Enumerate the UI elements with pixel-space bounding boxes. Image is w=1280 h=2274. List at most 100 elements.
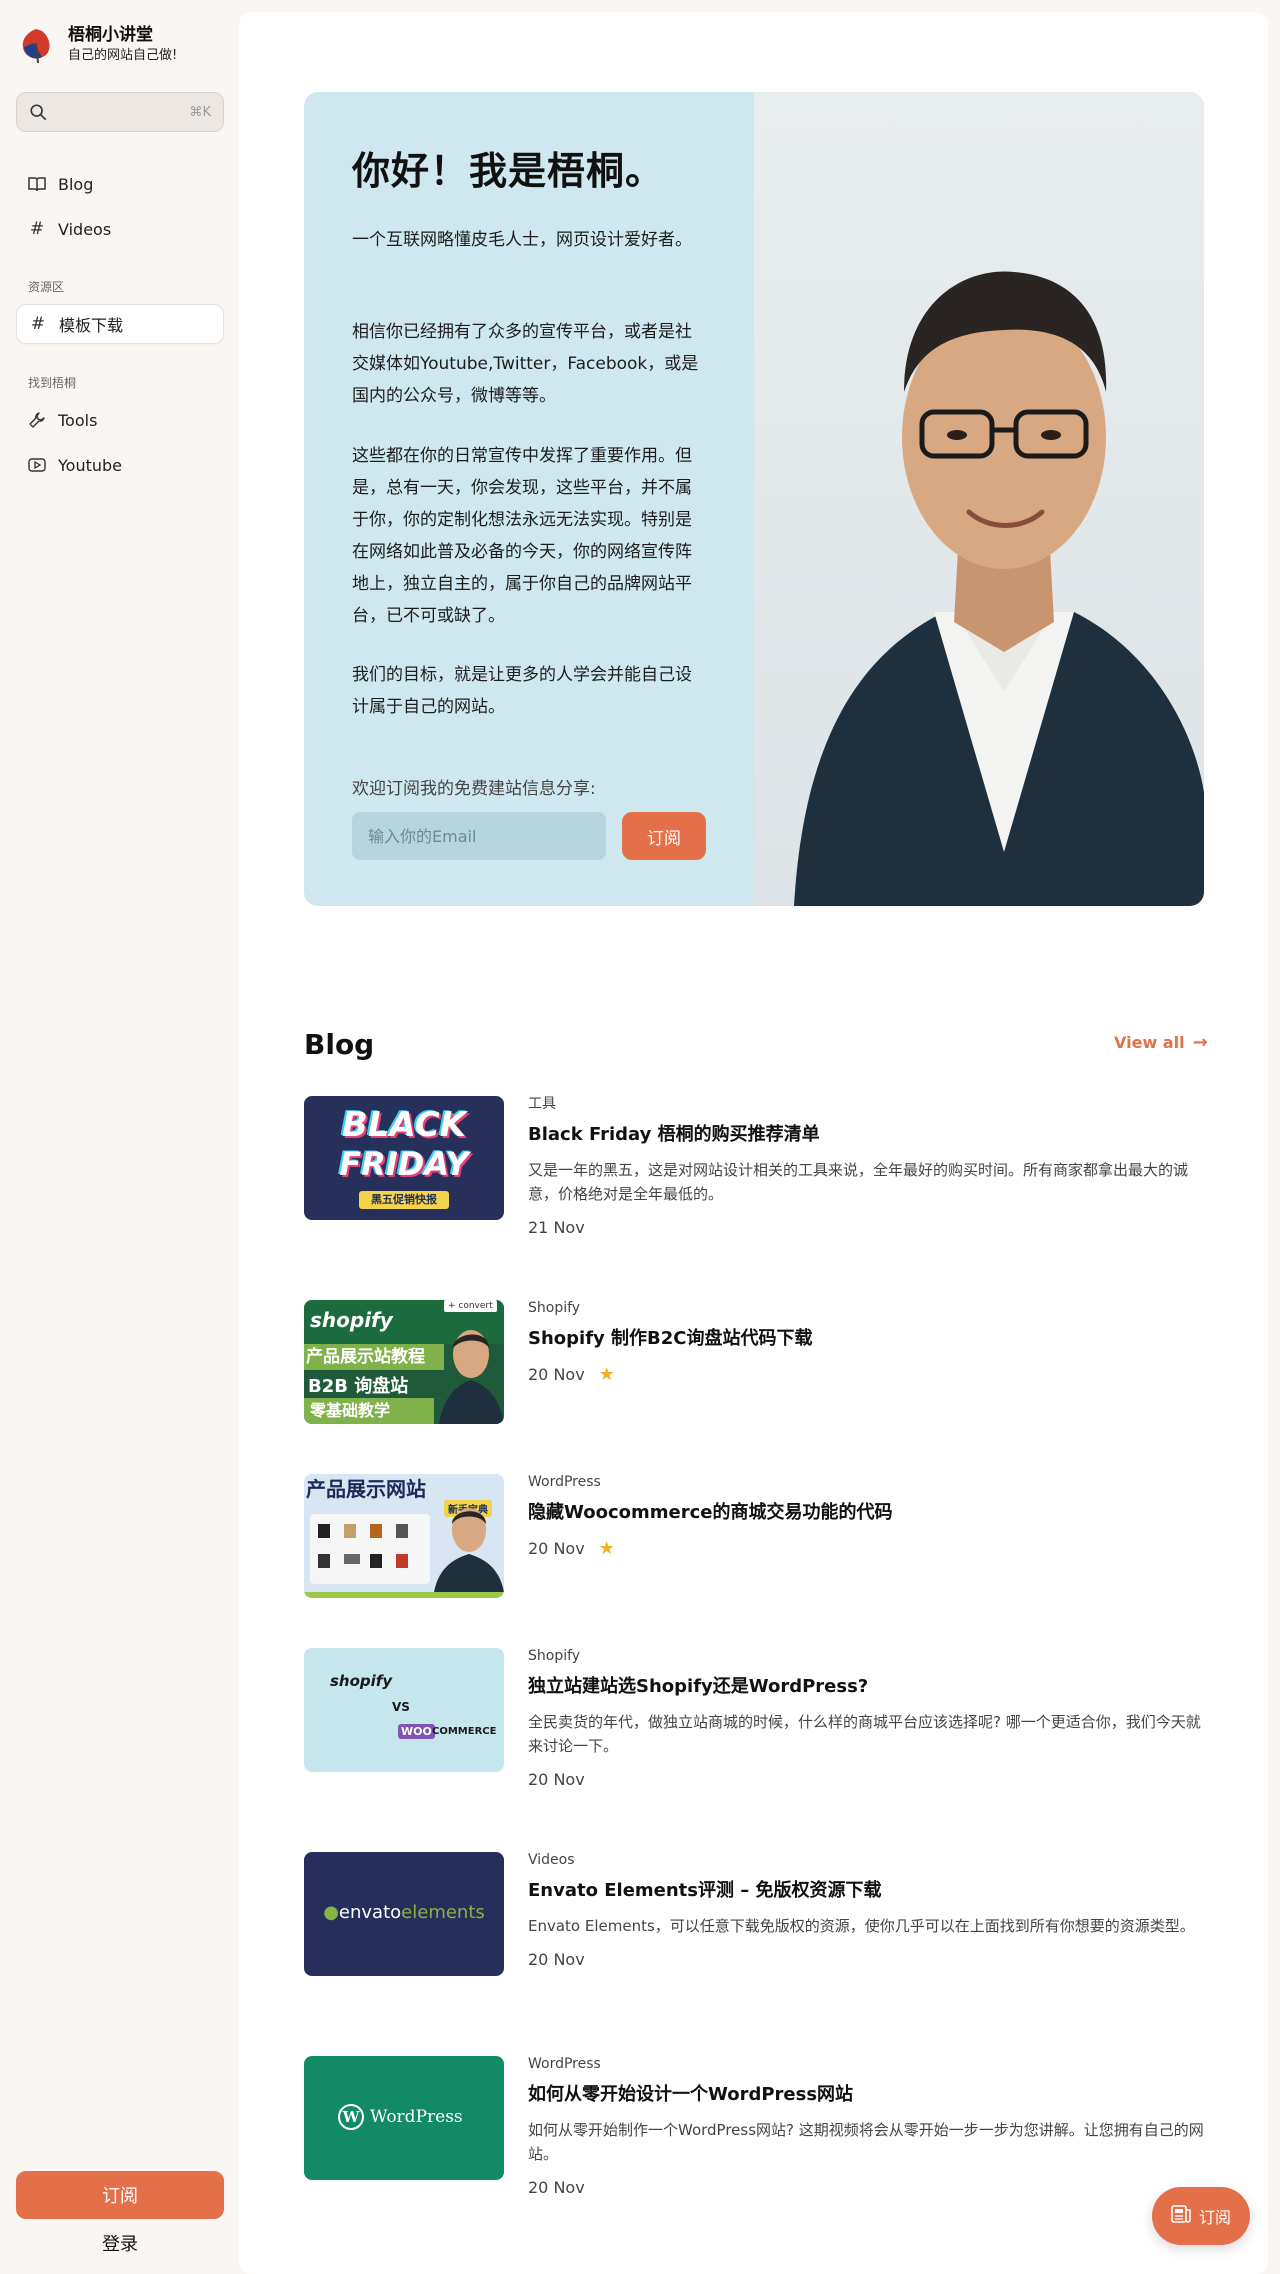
hero-paragraph-1: 一个互联网略懂皮毛人士，网页设计爱好者。 — [352, 230, 692, 250]
hero-paragraph-2: 相信你已经拥有了众多的宣传平台，或者是社交媒体如Youtube,Twitter，… — [352, 322, 699, 406]
brand-name: 梧桐小讲堂 — [68, 25, 153, 45]
thumb-woo: WOO — [398, 1724, 435, 1739]
thumb-brand: WordPress — [370, 2107, 463, 2127]
post-title[interactable]: 如何从零开始设计一个WordPress网站 — [528, 2082, 1204, 2108]
thumb-portrait — [434, 1508, 504, 1592]
fab-label: 订阅 — [1198, 2208, 1231, 2227]
sidebar-item-tools[interactable]: Tools — [16, 400, 224, 440]
post-date: 21 Nov — [528, 1218, 1204, 1237]
thumb-brand1: envato — [338, 1902, 402, 1923]
sidebar-subscribe-button[interactable]: 订阅 — [16, 2171, 224, 2219]
post-thumbnail[interactable]: BLACK FRIDAY 黑五促销快报 — [304, 1096, 504, 1220]
sidebar-item-label: Youtube — [58, 455, 122, 475]
email-field[interactable] — [352, 812, 606, 860]
blog-post[interactable]: BLACK FRIDAY 黑五促销快报 工具 Black Friday 梧桐的购… — [304, 1096, 1204, 1237]
hero-portrait — [754, 92, 1204, 906]
sidebar-section-resources: 资源区 — [28, 280, 65, 294]
view-all-link[interactable]: View all → — [1114, 1032, 1208, 1053]
wordpress-icon: W — [338, 2104, 364, 2130]
blog-post[interactable]: shopify VS WOO COMMERCE Shopify 独立站建站选Sh… — [304, 1646, 1204, 1789]
thumb-brand: shopify — [310, 1308, 393, 1332]
post-thumbnail[interactable]: W WordPress — [304, 2056, 504, 2180]
post-category[interactable]: WordPress — [528, 1472, 892, 1492]
post-category[interactable]: Shopify — [528, 1646, 1204, 1666]
search-input[interactable]: ⌘K — [16, 92, 224, 132]
sidebar-item-templates[interactable]: # 模板下载 — [16, 304, 224, 344]
post-thumbnail[interactable]: ●envatoelements — [304, 1852, 504, 1976]
hash-icon: # — [29, 219, 45, 239]
star-icon: ★ — [598, 1538, 615, 1559]
post-date-text: 20 Nov — [528, 2178, 585, 2197]
brand[interactable]: 梧桐小讲堂 自己的网站自己做! — [16, 24, 177, 66]
post-thumbnail[interactable]: shopify + convert 产品展示站教程 B2B 询盘站 零基础教学 — [304, 1300, 504, 1424]
sidebar-item-label: Videos — [58, 219, 112, 239]
post-title[interactable]: Black Friday 梧桐的购买推荐清单 — [528, 1122, 1204, 1148]
thumb-line1: 产品展示站教程 — [304, 1344, 444, 1370]
post-meta: 工具 Black Friday 梧桐的购买推荐清单 又是一年的黑五，这是对网站设… — [528, 1094, 1204, 1237]
sidebar: 梧桐小讲堂 自己的网站自己做! ⌘K Blog # Videos 资源区 # 模… — [0, 0, 239, 2274]
hero-invite: 欢迎订阅我的免费建站信息分享: — [352, 779, 596, 799]
youtube-icon — [28, 456, 46, 474]
post-date-text: 21 Nov — [528, 1218, 585, 1237]
thumb-promo-tag: 黑五促销快报 — [359, 1191, 449, 1209]
blog-post[interactable]: W WordPress WordPress 如何从零开始设计一个WordPres… — [304, 2056, 1204, 2197]
blog-section-title: Blog — [304, 1028, 375, 1061]
post-meta: WordPress 如何从零开始设计一个WordPress网站 如何从零开始制作… — [528, 2054, 1204, 2197]
thumb-friday: FRIDAY — [339, 1145, 469, 1183]
post-meta: Shopify Shopify 制作B2C询盘站代码下载 20 Nov ★ — [528, 1298, 812, 1385]
sidebar-item-label: Tools — [58, 410, 98, 430]
thumb-vs: VS — [392, 1700, 410, 1714]
thumb-brand2: elements — [401, 1902, 485, 1923]
login-link[interactable]: 登录 — [16, 2230, 224, 2256]
post-meta: WordPress 隐藏Woocommerce的商城交易功能的代码 20 Nov… — [528, 1472, 892, 1559]
hero-paragraph-3: 这些都在你的日常宣传中发挥了重要作用。但是，总有一天，你会发现，这些平台，并不属… — [352, 446, 692, 626]
post-category[interactable]: Videos — [528, 1850, 1204, 1870]
post-meta: Videos Envato Elements评测 – 免版权资源下载 Envat… — [528, 1850, 1204, 1969]
post-excerpt: Envato Elements，可以任意下载免版权的资源，使你几乎可以在上面找到… — [528, 1917, 1195, 1935]
thumb-wordpress-logo: W WordPress — [338, 2104, 463, 2130]
blog-post[interactable]: ●envatoelements Videos Envato Elements评测… — [304, 1852, 1204, 1976]
main-content: 你好！我是梧桐。 一个互联网略懂皮毛人士，网页设计爱好者。 相信你已经拥有了众多… — [239, 12, 1268, 2274]
hero-subscribe-button[interactable]: 订阅 — [622, 812, 706, 860]
sidebar-item-videos[interactable]: # Videos — [16, 209, 224, 249]
sidebar-item-label: 模板下载 — [59, 316, 124, 335]
logo-icon — [22, 29, 50, 64]
hash-icon: # — [30, 314, 46, 334]
post-title[interactable]: Shopify 制作B2C询盘站代码下载 — [528, 1326, 812, 1352]
search-icon — [30, 104, 47, 121]
thumb-envato-logo: ●envatoelements — [323, 1902, 485, 1923]
sidebar-item-youtube[interactable]: Youtube — [16, 445, 224, 485]
thumb-black: BLACK — [341, 1105, 467, 1145]
thumb-portrait — [439, 1330, 504, 1424]
post-date: 20 Nov ★ — [528, 1364, 812, 1385]
sidebar-item-blog[interactable]: Blog — [16, 164, 224, 204]
search-shortcut: ⌘K — [189, 104, 211, 120]
post-category[interactable]: WordPress — [528, 2054, 1204, 2074]
brand-tagline: 自己的网站自己做! — [68, 48, 178, 63]
floating-subscribe-button[interactable]: 订阅 — [1152, 2187, 1250, 2245]
newspaper-icon — [1171, 2205, 1191, 2227]
post-category[interactable]: Shopify — [528, 1298, 812, 1318]
post-date-text: 20 Nov — [528, 1950, 585, 1969]
hero-card: 你好！我是梧桐。 一个互联网略懂皮毛人士，网页设计爱好者。 相信你已经拥有了众多… — [304, 92, 1204, 906]
hero-title: 你好！我是梧桐。 — [352, 149, 665, 193]
post-title[interactable]: 独立站建站选Shopify还是WordPress? — [528, 1674, 1204, 1700]
post-excerpt: 又是一年的黑五，这是对网站设计相关的工具来说，全年最好的购买时间。所有商家都拿出… — [528, 1161, 1189, 1203]
post-excerpt: 如何从零开始制作一个WordPress网站? 这期视频将会从零开始一步一步为您讲… — [528, 2121, 1204, 2163]
post-thumbnail[interactable]: shopify VS WOO COMMERCE — [304, 1648, 504, 1772]
blog-post[interactable]: shopify + convert 产品展示站教程 B2B 询盘站 零基础教学 … — [304, 1300, 1204, 1424]
post-thumbnail[interactable]: 产品展示网站 新手宝典 — [304, 1474, 504, 1598]
book-icon — [28, 175, 46, 193]
post-date: 20 Nov — [528, 2178, 1204, 2197]
post-category[interactable]: 工具 — [528, 1094, 1204, 1114]
post-title[interactable]: Envato Elements评测 – 免版权资源下载 — [528, 1878, 1204, 1904]
thumb-line2: B2B 询盘站 — [308, 1376, 409, 1397]
view-all-label: View all — [1114, 1033, 1185, 1052]
thumb-badge: + convert — [444, 1300, 497, 1312]
sidebar-item-label: Blog — [58, 174, 94, 194]
thumb-brand: shopify — [330, 1672, 393, 1690]
post-title[interactable]: 隐藏Woocommerce的商城交易功能的代码 — [528, 1500, 892, 1526]
blog-post[interactable]: 产品展示网站 新手宝典 WordPress 隐藏Woocommerce的商城交易… — [304, 1474, 1204, 1598]
post-date: 20 Nov ★ — [528, 1538, 892, 1559]
post-date: 20 Nov — [528, 1950, 1204, 1969]
